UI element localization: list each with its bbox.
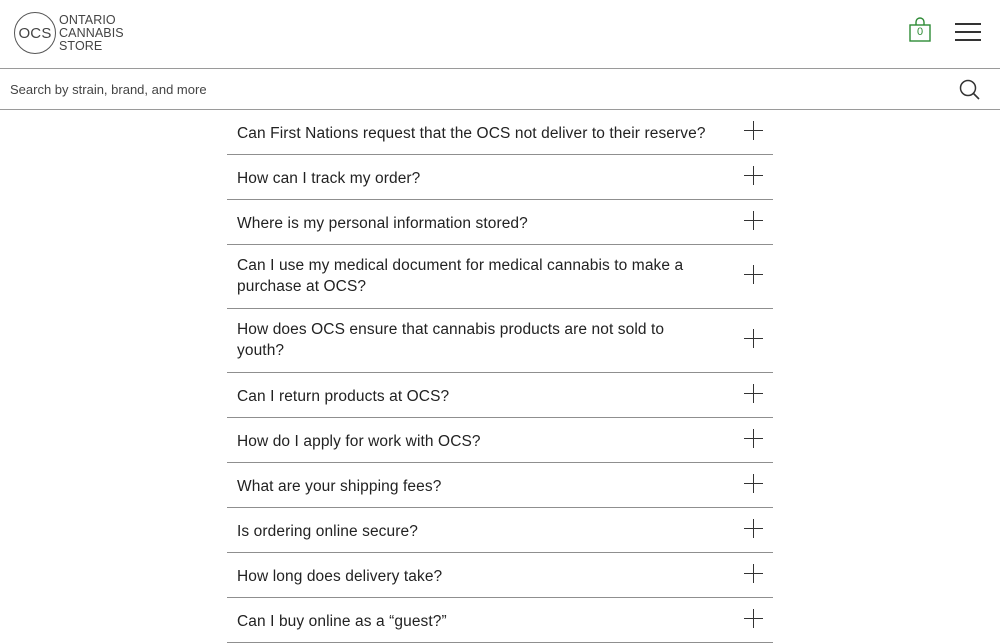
faq-item[interactable]: Can First Nations request that the OCS n…: [227, 110, 773, 155]
plus-icon: [744, 211, 764, 231]
plus-icon: [744, 121, 764, 141]
faq-item[interactable]: Can I return products at OCS?: [227, 373, 773, 418]
ocs-logo-wordmark: ONTARIO CANNABIS STORE: [59, 12, 124, 53]
faq-item[interactable]: How long does delivery take?: [227, 553, 773, 598]
faq-item[interactable]: Can I buy online as a “guest?”: [227, 598, 773, 643]
search-button[interactable]: [958, 78, 982, 102]
hamburger-menu-icon[interactable]: [955, 22, 981, 42]
plus-icon: [744, 166, 764, 186]
faq-item[interactable]: Is ordering online secure?: [227, 508, 773, 553]
plus-icon: [744, 519, 764, 539]
plus-icon: [744, 265, 764, 285]
plus-icon: [744, 384, 764, 404]
faq-item[interactable]: Can I use my medical document for medica…: [227, 245, 773, 309]
faq-question: How do I apply for work with OCS?: [237, 433, 481, 450]
faq-item[interactable]: How do I apply for work with OCS?: [227, 418, 773, 463]
faq-item[interactable]: How can I track my order?: [227, 155, 773, 200]
faq-question: Can I return products at OCS?: [237, 388, 450, 405]
logo-line-store: STORE: [59, 38, 103, 53]
ocs-logo-link[interactable]: OCS ONTARIO CANNABIS STORE: [14, 12, 124, 54]
site-header: OCS ONTARIO CANNABIS STORE 0: [0, 0, 1000, 69]
faq-item[interactable]: Where is my personal information stored?: [227, 200, 773, 245]
plus-icon: [744, 609, 764, 629]
faq-item[interactable]: How does OCS ensure that cannabis produc…: [227, 309, 773, 373]
search-input[interactable]: [10, 77, 910, 101]
plus-icon: [744, 429, 764, 449]
faq-question: How can I track my order?: [237, 170, 421, 187]
plus-icon: [744, 329, 764, 349]
search-bar: [0, 69, 1000, 110]
plus-icon: [744, 474, 764, 494]
faq-question: Can I use my medical document for medica…: [237, 257, 684, 295]
faq-list: Can First Nations request that the OCS n…: [227, 110, 773, 643]
cart-button[interactable]: 0: [908, 17, 932, 43]
faq-question: How long does delivery take?: [237, 568, 443, 585]
faq-question: Where is my personal information stored?: [237, 215, 528, 232]
plus-icon: [744, 564, 764, 584]
faq-question: How does OCS ensure that cannabis produc…: [237, 321, 665, 359]
search-icon: [959, 79, 980, 100]
faq-question: Can I buy online as a “guest?”: [237, 613, 447, 630]
logo-line-ontario: ONTARIO: [59, 12, 116, 27]
logo-line-cannabis: CANNABIS: [59, 25, 124, 40]
faq-question: Can First Nations request that the OCS n…: [237, 125, 706, 142]
faq-item[interactable]: What are your shipping fees?: [227, 463, 773, 508]
faq-question: Is ordering online secure?: [237, 523, 418, 540]
ocs-logo-mark: OCS: [14, 12, 56, 54]
faq-question: What are your shipping fees?: [237, 478, 442, 495]
cart-count-badge: 0: [916, 26, 924, 38]
